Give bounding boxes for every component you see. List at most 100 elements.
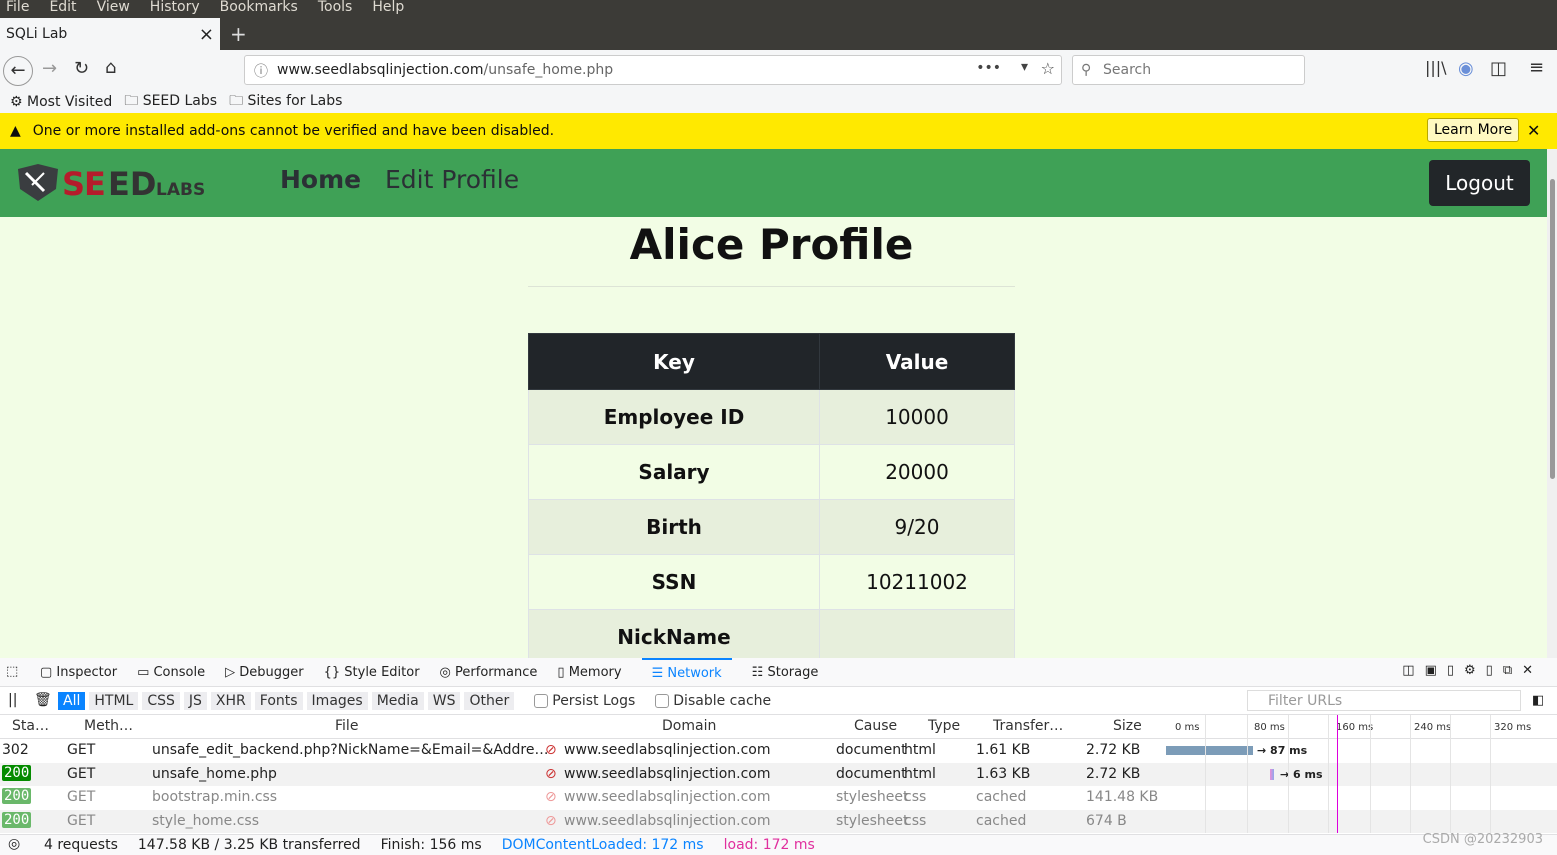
- site-navbar: [0, 149, 1547, 217]
- filter-ws[interactable]: WS: [427, 691, 461, 710]
- filter-css[interactable]: CSS: [142, 691, 180, 710]
- table-row: Employee ID 10000: [528, 389, 1015, 445]
- tab-bar: SQLi Lab × +: [0, 18, 1557, 50]
- menu-bookmarks[interactable]: Bookmarks: [220, 0, 298, 18]
- column-file[interactable]: File: [335, 718, 358, 734]
- tab-console[interactable]: ▭ Console: [137, 665, 205, 680]
- table-row: SSN 10211002: [528, 554, 1015, 610]
- menu-tools[interactable]: Tools: [318, 0, 353, 18]
- tab-inspector[interactable]: ▢ Inspector: [40, 665, 117, 680]
- row-value: 10211002: [819, 554, 1015, 610]
- search-input[interactable]: ⚲ Search: [1072, 55, 1305, 85]
- forward-icon[interactable]: →: [42, 58, 57, 79]
- cell-size: 674 B: [1086, 812, 1127, 829]
- filter-placeholder: Filter URLs: [1268, 693, 1343, 709]
- divider: [528, 286, 1015, 287]
- devtools-panel: ⬚ ▢ Inspector ▭ Console ▷ Debugger {} St…: [0, 657, 1557, 855]
- scrollbar-thumb[interactable]: [1550, 179, 1555, 479]
- cell-status: 200: [2, 764, 32, 781]
- persist-logs-checkbox[interactable]: Persist Logs: [534, 693, 635, 709]
- insecure-lock-icon: ⊘: [545, 812, 557, 829]
- table-row: Birth 9/20: [528, 499, 1015, 555]
- menu-file[interactable]: File: [6, 0, 29, 18]
- toggle-sidebar-icon[interactable]: ◧: [1532, 693, 1544, 708]
- devtools-window-controls[interactable]: ◫▣▯⚙▯⧉✕: [1402, 663, 1543, 678]
- filter-xhr[interactable]: XHR: [210, 691, 251, 710]
- nav-home-link[interactable]: Home: [280, 165, 361, 194]
- tab-storage[interactable]: ☷ Storage: [752, 665, 819, 680]
- nav-edit-profile-link[interactable]: Edit Profile: [385, 165, 519, 194]
- menu-help[interactable]: Help: [372, 0, 404, 18]
- menu-edit[interactable]: Edit: [49, 0, 76, 18]
- request-table-header: Sta… Meth… File Domain Cause Type Transf…: [0, 715, 1557, 739]
- filter-media[interactable]: Media: [371, 691, 424, 710]
- element-picker-icon[interactable]: ⬚: [6, 664, 18, 679]
- new-tab-button[interactable]: +: [230, 22, 247, 46]
- performance-icon[interactable]: ◎: [8, 836, 20, 852]
- filter-other[interactable]: Other: [464, 691, 515, 710]
- url-bar[interactable]: ⓘ www.seedlabsqlinjection.com/unsafe_hom…: [244, 55, 1062, 85]
- menu-history[interactable]: History: [150, 0, 200, 18]
- column-transferred[interactable]: Transfer…: [993, 718, 1063, 734]
- column-cause[interactable]: Cause: [854, 718, 897, 734]
- url-path: /unsafe_home.php: [483, 62, 614, 78]
- seed-labs-logo[interactable]: SE ED LABS: [16, 163, 212, 207]
- learn-more-button[interactable]: Learn More: [1427, 118, 1520, 142]
- trash-icon[interactable]: 🗑: [34, 692, 52, 708]
- close-tab-icon[interactable]: ×: [199, 24, 214, 45]
- extension-icon[interactable]: ◉: [1458, 58, 1474, 79]
- cell-transferred: 1.63 KB: [976, 765, 1031, 782]
- row-value: [819, 609, 1015, 665]
- filter-js[interactable]: JS: [183, 691, 207, 710]
- filter-images[interactable]: Images: [306, 691, 368, 710]
- devtools-tabs: ⬚ ▢ Inspector ▭ Console ▷ Debugger {} St…: [0, 657, 1557, 687]
- column-method[interactable]: Meth…: [84, 718, 133, 734]
- filter-html[interactable]: HTML: [89, 691, 139, 710]
- filter-fonts[interactable]: Fonts: [254, 691, 303, 710]
- menu-view[interactable]: View: [97, 0, 130, 18]
- tab-network[interactable]: ☰ Network: [641, 657, 732, 687]
- info-icon[interactable]: ⓘ: [254, 61, 268, 81]
- row-value: 10000: [819, 389, 1015, 445]
- timing-label: → 87 ms: [1257, 744, 1308, 757]
- disable-cache-checkbox[interactable]: Disable cache: [655, 693, 771, 709]
- request-row[interactable]: 200 GET unsafe_home.php ⊘ www.seedlabsqlinje…: [0, 762, 1557, 786]
- hamburger-menu-icon[interactable]: ≡: [1529, 57, 1544, 78]
- timing-label: → 6 ms: [1280, 767, 1323, 781]
- bookmark-label: SEED Labs: [142, 92, 218, 109]
- cell-size: 2.72 KB: [1086, 742, 1141, 758]
- bookmark-star-icon[interactable]: ☆: [1041, 59, 1055, 78]
- page-scrollbar[interactable]: [1547, 149, 1557, 658]
- pocket-icon[interactable]: ▾: [1021, 59, 1028, 75]
- browser-tab[interactable]: SQLi Lab ×: [0, 18, 220, 50]
- home-icon[interactable]: ⌂: [105, 57, 116, 78]
- tab-style-editor[interactable]: {} Style Editor: [324, 665, 420, 680]
- pause-icon[interactable]: ||: [8, 692, 17, 708]
- sidebar-icon[interactable]: ◫: [1490, 58, 1507, 79]
- network-status-bar: ◎ 4 requests 147.58 KB / 3.25 KB transfe…: [0, 834, 1557, 855]
- request-row[interactable]: 200 GET style_home.css ⊘ www.seedlabsqlinjec…: [0, 809, 1557, 833]
- request-row[interactable]: 302 GET unsafe_edit_backend.php?NickName=&…: [0, 739, 1557, 763]
- reload-icon[interactable]: ↻: [74, 58, 89, 79]
- filter-urls-input[interactable]: Filter URLs: [1247, 690, 1521, 711]
- page-actions-icon[interactable]: •••: [976, 60, 1001, 76]
- cell-type: html: [904, 765, 936, 782]
- tab-debugger[interactable]: ▷ Debugger: [225, 665, 304, 680]
- column-size[interactable]: Size: [1113, 718, 1142, 734]
- bookmark-sites-for-labs[interactable]: 🗀 Sites for Labs: [229, 90, 342, 114]
- checkbox-label: Persist Logs: [552, 692, 636, 709]
- bookmark-seed-labs[interactable]: 🗀 SEED Labs: [124, 90, 217, 114]
- row-key: SSN: [528, 554, 820, 610]
- bookmark-most-visited[interactable]: ⚙ Most Visited: [10, 94, 112, 110]
- back-icon[interactable]: ←: [3, 56, 33, 86]
- logout-button[interactable]: Logout: [1429, 160, 1530, 206]
- filter-all[interactable]: All: [58, 691, 86, 710]
- tab-memory[interactable]: ▯ Memory: [557, 665, 621, 680]
- close-warning-icon[interactable]: ✕: [1527, 121, 1540, 140]
- request-row[interactable]: 200 GET bootstrap.min.css ⊘ www.seedlabsqlin…: [0, 786, 1557, 810]
- tab-performance[interactable]: ◎ Performance: [440, 665, 538, 680]
- column-status[interactable]: Sta…: [12, 718, 49, 734]
- column-domain[interactable]: Domain: [662, 718, 716, 734]
- column-type[interactable]: Type: [928, 718, 960, 734]
- library-icon[interactable]: |||\: [1425, 58, 1447, 77]
